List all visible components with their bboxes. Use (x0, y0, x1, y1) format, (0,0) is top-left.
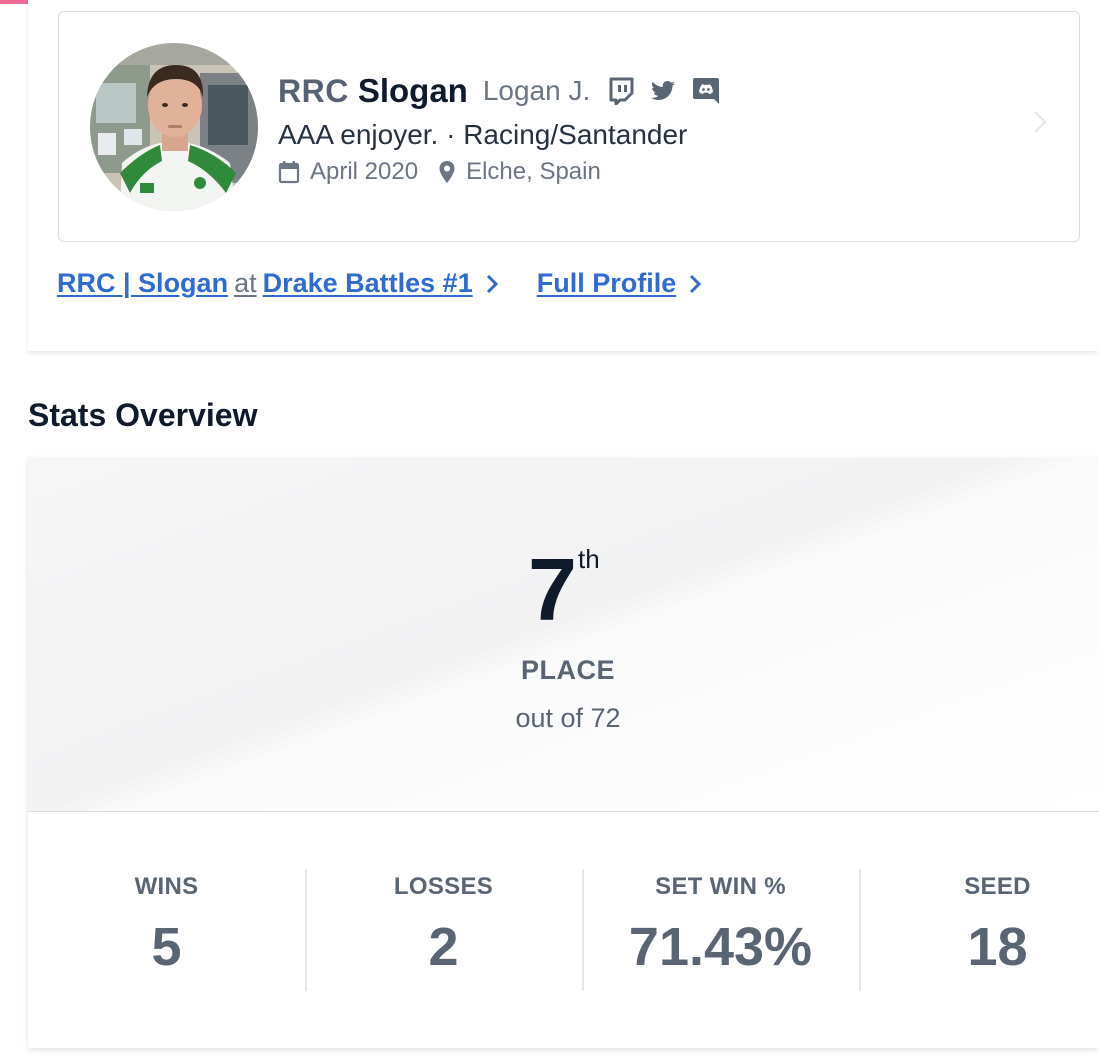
location: Elche, Spain (438, 158, 601, 186)
placement-panel: 7 th PLACE out of 72 (28, 458, 1099, 812)
stat-label: SEED (964, 873, 1031, 900)
stat-label: WINS (134, 873, 199, 900)
stat-wins: WINS 5 (28, 813, 305, 1048)
joined-date: April 2020 (310, 158, 419, 185)
full-profile-link[interactable]: Full Profile (537, 268, 677, 299)
placement-out-of: out of 72 (515, 703, 621, 733)
twitch-icon[interactable] (608, 77, 634, 105)
stat-value: 71.43% (628, 917, 813, 977)
real-name: Logan J. (482, 75, 591, 106)
profile-links: RRC | Slogan at Drake Battles #1 Full Pr… (57, 268, 740, 299)
stat-value: 5 (151, 917, 182, 977)
location-pin-icon (439, 161, 455, 183)
chevron-right-icon[interactable] (1033, 110, 1047, 134)
team-prefix: RRC (278, 72, 349, 109)
stats-overview-title: Stats Overview (28, 397, 258, 433)
stat-label: LOSSES (393, 873, 494, 900)
avatar (90, 43, 258, 211)
placement-suffix: th (578, 544, 600, 574)
social-links (608, 77, 720, 105)
placement-label: PLACE (520, 655, 615, 685)
at-text: at (234, 268, 257, 298)
stats-card: 7 th PLACE out of 72 WINS 5 LOSSES 2 SET… (28, 458, 1099, 1048)
stat-value: 18 (967, 917, 1028, 977)
stat-losses: LOSSES 2 (305, 813, 582, 1048)
stat-set-win-percent: SET WIN % 71.43% (582, 813, 859, 1048)
event-link[interactable]: Drake Battles #1 (263, 268, 473, 299)
profile-section: RRC Slogan Logan J. AAA enjoyer. · Racin… (28, 0, 1099, 351)
profile-bio: AAA enjoyer. · Racing/Santander (278, 119, 688, 150)
chevron-right-icon[interactable] (485, 273, 499, 295)
twitter-icon[interactable] (650, 80, 676, 102)
profile-meta: April 2020 Elche, Spain (278, 158, 601, 186)
placement-number: 7 (528, 540, 577, 639)
location-text: Elche, Spain (466, 158, 601, 185)
gamertag: Slogan (357, 72, 468, 109)
stat-value: 2 (428, 917, 459, 977)
chevron-right-icon[interactable] (688, 273, 702, 295)
calendar-icon (278, 161, 300, 184)
profile-card[interactable]: RRC Slogan Logan J. AAA enjoyer. · Racin… (58, 11, 1080, 242)
name-row: RRC Slogan Logan J. (278, 72, 720, 110)
stat-label: SET WIN % (655, 873, 786, 900)
discord-icon[interactable] (692, 77, 720, 105)
avatar-photo (90, 43, 258, 211)
stats-row: WINS 5 LOSSES 2 SET WIN % 71.43% SEED 18 (28, 813, 1099, 1048)
stat-seed: SEED 18 (859, 813, 1099, 1048)
entrant-link[interactable]: RRC | Slogan (57, 268, 228, 299)
